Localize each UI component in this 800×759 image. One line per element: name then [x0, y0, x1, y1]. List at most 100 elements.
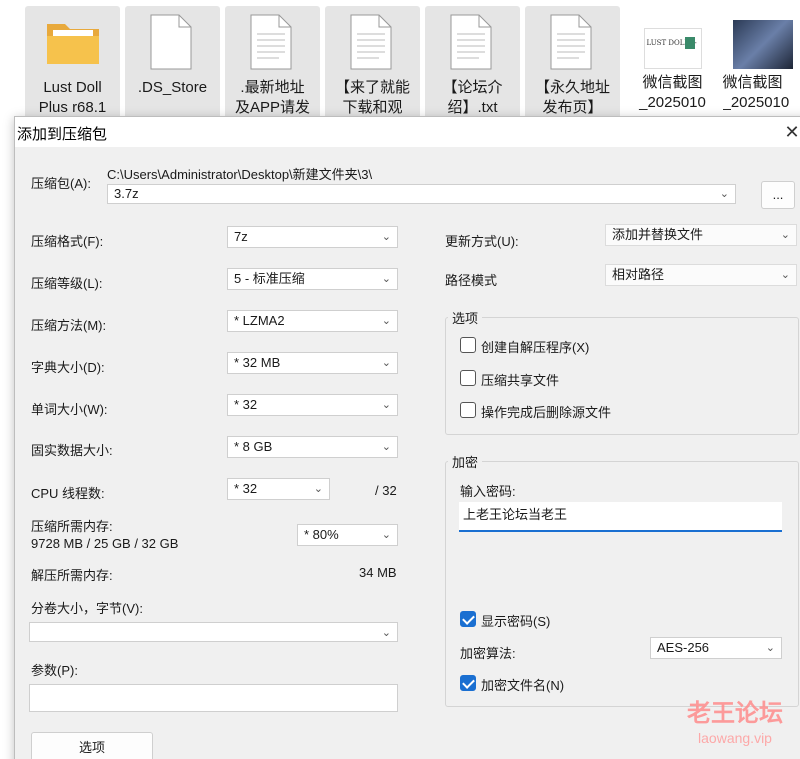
dictionary-size-select[interactable]: * 32 MB ⌄ — [227, 352, 398, 374]
level-value: 5 - 标准压缩 — [234, 271, 305, 286]
chevron-down-icon: ⌄ — [765, 642, 775, 654]
method-select[interactable]: * LZMA2 ⌄ — [227, 310, 398, 332]
delete-after-label: 操作完成后删除源文件 — [481, 405, 612, 420]
sfx-label: 创建自解压程序(X) — [481, 340, 590, 355]
encrypt-names-label: 加密文件名(N) — [481, 678, 565, 693]
cpu-threads-total: / 32 — [375, 483, 397, 498]
browse-button[interactable]: ... — [761, 181, 795, 209]
format-select[interactable]: 7z ⌄ — [227, 226, 398, 248]
path-mode-select[interactable]: 相对路径 ⌄ — [605, 264, 797, 286]
chevron-down-icon: ⌄ — [780, 269, 790, 281]
chevron-down-icon: ⌄ — [381, 273, 391, 285]
file-icon — [149, 14, 197, 70]
decompress-memory-label: 解压所需内存: — [31, 568, 113, 583]
solid-block-label: 固实数据大小: — [31, 443, 113, 458]
show-password-label: 显示密码(S) — [481, 614, 551, 629]
file-item-folder[interactable]: Lust Doll Plus r68.1 — [25, 6, 120, 125]
file-item-screenshot-1[interactable]: LUST DOLL + 微信截图 _2025010 9213625 — [625, 6, 720, 125]
file-name: .DS_Store — [137, 79, 208, 96]
archive-name-combobox[interactable]: 3.7z ⌄ — [107, 184, 736, 204]
solid-block-select[interactable]: * 8 GB ⌄ — [227, 436, 398, 458]
chevron-down-icon: ⌄ — [381, 357, 391, 369]
method-value: * LZMA2 — [234, 313, 285, 328]
add-to-archive-dialog: 添加到压缩包 ✕ 压缩包(A): C:\Users\Administrator\… — [14, 116, 800, 759]
cpu-threads-label: CPU 线程数: — [31, 486, 105, 501]
options-button[interactable]: 选项 — [31, 732, 153, 759]
file-item-latest-address[interactable]: .最新地址 及APP请发 邮箱自动获 — [225, 6, 320, 125]
encryption-method-select[interactable]: AES-256 ⌄ — [650, 637, 782, 659]
file-name: 【论坛介 绍】.txt — [442, 79, 503, 116]
chevron-down-icon: ⌄ — [381, 529, 391, 541]
compress-memory-value: 9728 MB / 25 GB / 32 GB — [31, 536, 179, 551]
dictionary-size-value: * 32 MB — [234, 355, 281, 370]
archive-name-value: 3.7z — [114, 186, 139, 201]
compress-memory-label: 压缩所需内存: — [31, 519, 113, 534]
parameters-label: 参数(P): — [31, 663, 78, 678]
format-value: 7z — [234, 229, 248, 244]
split-size-combobox[interactable]: ⌄ — [29, 622, 398, 642]
file-item-forum-intro[interactable]: 【论坛介 绍】.txt — [425, 6, 520, 125]
shared-files-checkbox[interactable] — [460, 370, 476, 386]
text-file-icon — [449, 14, 497, 70]
level-label: 压缩等级(L): — [31, 276, 103, 291]
archive-label: 压缩包(A): — [31, 176, 91, 191]
archive-path: C:\Users\Administrator\Desktop\新建文件夹\3\ — [107, 167, 373, 182]
chevron-down-icon: ⌄ — [381, 231, 391, 243]
word-size-select[interactable]: * 32 ⌄ — [227, 394, 398, 416]
chevron-down-icon: ⌄ — [313, 483, 323, 495]
shared-files-label: 压缩共享文件 — [481, 373, 560, 388]
image-thumbnail-icon — [732, 20, 793, 69]
chevron-down-icon: ⌄ — [381, 315, 391, 327]
path-mode-label: 路径模式 — [445, 273, 498, 288]
encryption-method-value: AES-256 — [657, 640, 710, 655]
options-group-title: 选项 — [448, 308, 483, 327]
text-file-icon — [249, 14, 297, 70]
file-item-screenshot-2[interactable]: 微信截图 _2025010 9213636 — [723, 6, 800, 125]
text-file-icon — [549, 14, 597, 70]
password-label: 输入密码: — [460, 484, 516, 499]
watermark-title: 老王论坛 — [687, 700, 783, 727]
delete-after-checkbox[interactable] — [460, 402, 476, 418]
update-mode-value: 添加并替换文件 — [612, 227, 704, 242]
watermark-url: laowang.vip — [698, 730, 772, 746]
word-size-label: 单词大小(W): — [31, 402, 108, 417]
file-item-come-download[interactable]: 【来了就能 下载和观 看】-请备 — [325, 6, 420, 125]
chevron-down-icon[interactable]: ⌄ — [720, 185, 729, 203]
encryption-group-title: 加密 — [448, 452, 483, 471]
cpu-threads-value: * 32 — [234, 481, 258, 496]
watermark-logo: 老王论坛 laowang.vip — [680, 700, 790, 748]
level-select[interactable]: 5 - 标准压缩 ⌄ — [227, 268, 398, 290]
image-thumbnail-icon: LUST DOLL + — [643, 28, 702, 69]
dictionary-size-label: 字典大小(D): — [31, 360, 105, 375]
chevron-down-icon: ⌄ — [381, 627, 391, 639]
solid-block-value: * 8 GB — [234, 439, 273, 454]
encryption-method-label: 加密算法: — [460, 646, 516, 661]
update-mode-label: 更新方式(U): — [445, 234, 519, 249]
password-input[interactable]: 上老王论坛当老王 — [459, 502, 782, 532]
sfx-checkbox[interactable] — [460, 337, 476, 353]
chevron-down-icon: ⌄ — [381, 399, 391, 411]
show-password-checkbox[interactable] — [460, 611, 476, 627]
dialog-title: 添加到压缩包 — [17, 126, 108, 143]
method-label: 压缩方法(M): — [31, 318, 107, 333]
close-button[interactable]: ✕ — [781, 121, 800, 143]
update-mode-select[interactable]: 添加并替换文件 ⌄ — [605, 224, 797, 246]
format-label: 压缩格式(F): — [31, 234, 104, 249]
encrypt-names-checkbox[interactable] — [460, 675, 476, 691]
chevron-down-icon: ⌄ — [780, 229, 790, 241]
file-explorer-view: Lust Doll Plus r68.1 .DS_Store .最新地址 及AP… — [0, 0, 800, 125]
file-item-permanent-address[interactable]: 【永久地址 发布页】 .txt — [525, 6, 620, 125]
word-size-value: * 32 — [234, 397, 258, 412]
folder-icon — [46, 14, 99, 70]
text-file-icon — [349, 14, 397, 70]
path-mode-value: 相对路径 — [612, 267, 665, 282]
cpu-threads-select[interactable]: * 32 ⌄ — [227, 478, 330, 500]
file-name: Lust Doll Plus r68.1 — [38, 79, 107, 116]
memory-percent-value: * 80% — [304, 527, 339, 542]
decompress-memory-value: 34 MB — [359, 565, 397, 580]
parameters-input[interactable] — [29, 684, 398, 712]
chevron-down-icon: ⌄ — [381, 441, 391, 453]
memory-percent-select[interactable]: * 80% ⌄ — [297, 524, 398, 546]
dialog-title-bar[interactable]: 添加到压缩包 ✕ — [15, 117, 800, 147]
file-item-ds-store[interactable]: .DS_Store — [125, 6, 220, 125]
